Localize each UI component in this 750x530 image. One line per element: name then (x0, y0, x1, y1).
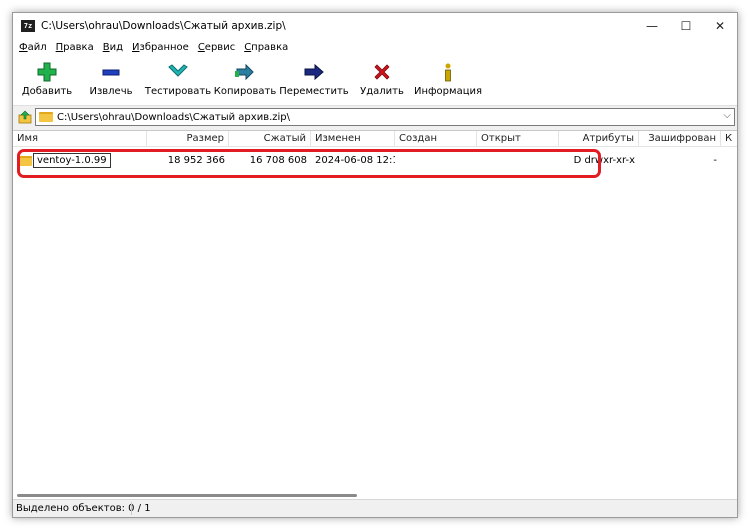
copy-arrow-icon (234, 60, 256, 84)
address-path: C:\Users\ohrau\Downloads\Сжатый архив.zi… (57, 111, 291, 123)
column-extra[interactable]: К (721, 131, 737, 147)
highlight-annotation (17, 149, 601, 178)
extract-button[interactable]: Извлечь (79, 60, 143, 104)
menu-help[interactable]: Справка (244, 42, 288, 53)
file-list[interactable]: Имя Размер Сжатый Изменен Создан Открыт … (13, 130, 737, 500)
info-icon (441, 60, 455, 84)
title-bar[interactable]: 7z C:\Users\ohrau\Downloads\Сжатый архив… (13, 13, 737, 39)
test-button[interactable]: Тестировать (143, 60, 213, 104)
add-button[interactable]: Добавить (15, 60, 79, 104)
column-modified[interactable]: Изменен (311, 131, 395, 147)
toolbar: Добавить Извлечь Тестировать Копировать … (13, 56, 737, 106)
column-header: Имя Размер Сжатый Изменен Создан Открыт … (13, 131, 737, 147)
move-arrow-icon (303, 60, 325, 84)
window-title: C:\Users\ohrau\Downloads\Сжатый архив.zi… (41, 20, 286, 32)
column-size[interactable]: Размер (147, 131, 229, 147)
status-divider (131, 502, 132, 515)
horizontal-scrollbar[interactable] (17, 494, 357, 497)
column-name[interactable]: Имя (13, 131, 147, 147)
column-encrypted[interactable]: Зашифрован (639, 131, 721, 147)
menu-edit[interactable]: Правка (56, 42, 94, 53)
file-encrypted: - (713, 155, 717, 166)
copy-button[interactable]: Копировать (213, 60, 277, 104)
minimize-button[interactable]: — (635, 13, 669, 39)
check-chevron-icon (167, 60, 189, 84)
folder-icon (39, 112, 53, 122)
address-bar: C:\Users\ohrau\Downloads\Сжатый архив.zi… (13, 106, 737, 128)
delete-x-icon (372, 60, 392, 84)
menu-bar: Файл Правка Вид Избранное Сервис Справка (13, 39, 737, 56)
app-window: 7z C:\Users\ohrau\Downloads\Сжатый архив… (12, 12, 738, 518)
status-bar: Выделено объектов: 0 / 1 (13, 499, 737, 517)
menu-tools[interactable]: Сервис (198, 42, 235, 53)
minus-icon (101, 60, 121, 84)
close-button[interactable]: ✕ (703, 13, 737, 39)
info-button[interactable]: Информация (413, 60, 483, 104)
menu-view[interactable]: Вид (103, 42, 123, 53)
window-controls: — ☐ ✕ (635, 13, 737, 39)
column-packed[interactable]: Сжатый (229, 131, 311, 147)
column-created[interactable]: Создан (395, 131, 477, 147)
column-accessed[interactable]: Открыт (477, 131, 559, 147)
plus-icon (37, 60, 57, 84)
maximize-button[interactable]: ☐ (669, 13, 703, 39)
menu-favorites[interactable]: Избранное (132, 42, 189, 53)
delete-button[interactable]: Удалить (351, 60, 413, 104)
up-folder-icon[interactable] (15, 108, 35, 126)
move-button[interactable]: Переместить (277, 60, 351, 104)
address-input[interactable]: C:\Users\ohrau\Downloads\Сжатый архив.zi… (35, 108, 735, 126)
chevron-down-icon[interactable]: ⌵ (723, 110, 731, 121)
menu-file[interactable]: Файл (19, 42, 47, 53)
app-icon: 7z (21, 20, 35, 32)
column-attributes[interactable]: Атрибуты (559, 131, 639, 147)
